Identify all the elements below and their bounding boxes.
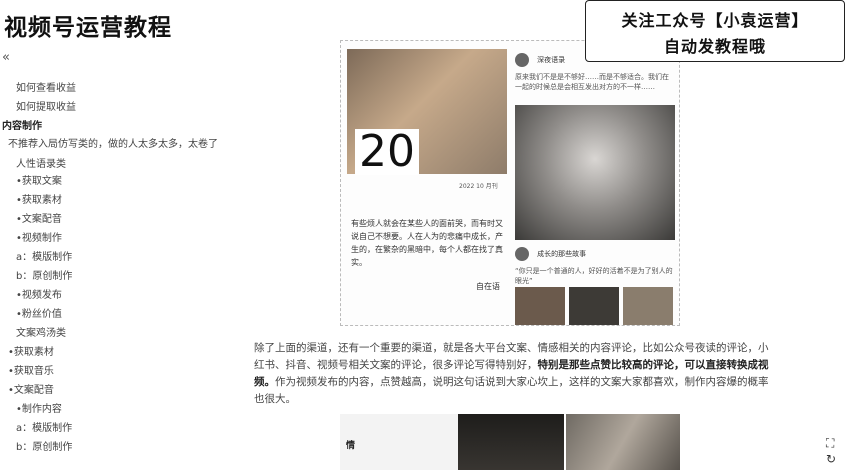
sidebar-item[interactable]: a：模版制作 [16,248,72,263]
video-preview-left: 情 [340,414,458,470]
sidebar-item[interactable]: •获取文案 [16,172,62,187]
card-signature: 自在语 [476,282,500,291]
paragraph-tail: 作为视频发布的内容，点赞越高，说明这句话说到大家心坎上，这样的文案大家都喜欢，制… [254,376,769,405]
card-date: 2022 10 月刊 [459,183,498,190]
post-text: “你只是一个普通的人，好好的活着不是为了别人的眼光” [515,267,673,285]
post-card-bottom: 成长的那些故事 “你只是一个普通的人，好好的活着不是为了别人的眼光” [515,243,675,325]
thumbnail [623,287,673,325]
article-paragraph: 除了上面的渠道，还有一个重要的渠道，就是各大平台文案、情感相关的内容评论，比如公… [254,340,774,408]
post-text: 原来我们不是是不够好……而是不够适合。我们在一起的时候总是会相互发出对方的不一样… [515,73,669,91]
sidebar-item[interactable]: •获取音乐 [8,362,54,377]
video-preview-label: 情 [346,441,356,451]
refresh-icon[interactable]: ↻ [826,452,836,466]
article-image-videos: 情 [340,414,680,470]
collapse-sidebar-icon[interactable]: « [2,50,10,65]
promo-line-1: 关注工众号【小袁运营】 [621,11,809,30]
post-username: 成长的那些故事 [537,249,587,258]
thumbnail [569,287,619,325]
app-logo: 视频号运营教程 [4,15,172,41]
video-preview-right [566,414,680,470]
sidebar-item[interactable]: •获取素材 [16,191,62,206]
sidebar-item[interactable]: •文案配音 [8,381,54,396]
sidebar-item[interactable]: 文案鸡汤类 [16,324,66,339]
promo-line-2: 自动发教程哦 [663,37,766,56]
post-photo-light [515,105,675,240]
avatar [515,52,529,67]
card-big-number: 20 [355,129,419,175]
expand-icon[interactable]: ⛶ [826,436,834,451]
thumbnail [515,287,565,325]
card-quote-text: 有些烦人就会在某些人的面前哭，而有时又说自己不想要。人在人为的悲痛中成长，产生的… [351,219,503,267]
sidebar: 视频号运营教程 « 如何查看收益 如何提取收益内容制作不推荐入局仿写类的，做的人太… [0,0,240,470]
sidebar-item[interactable]: 人性语录类 [16,155,66,170]
sidebar-item[interactable]: a：模版制作 [16,419,72,434]
article-image-quotes: 20 2022 10 月刊 有些烦人就会在某些人的面前哭，而有时又说自己不想要。… [340,40,680,326]
sidebar-item[interactable]: 不推荐入局仿写类的，做的人太多太多，太卷了 [8,135,218,150]
post-username: 深夜语录 [537,55,566,64]
sidebar-item[interactable]: •制作内容 [16,400,62,415]
sidebar-item[interactable]: 内容制作 [2,117,42,132]
sidebar-item[interactable]: •文案配音 [16,210,62,225]
video-preview-middle [458,414,564,470]
sidebar-item[interactable]: 如何查看收益 [16,79,76,94]
sidebar-item[interactable]: 如何提取收益 [16,98,76,113]
sidebar-item[interactable]: •粉丝价值 [16,305,62,320]
avatar [515,246,529,261]
sidebar-item[interactable]: •视频制作 [16,229,62,244]
sidebar-item[interactable]: b：原创制作 [16,267,72,282]
sidebar-item[interactable]: •视频发布 [16,286,62,301]
sidebar-item[interactable]: b：原创制作 [16,438,72,453]
promo-banner: 关注工众号【小袁运营】 自动发教程哦 [585,0,845,62]
sidebar-item[interactable]: •获取素材 [8,343,54,358]
